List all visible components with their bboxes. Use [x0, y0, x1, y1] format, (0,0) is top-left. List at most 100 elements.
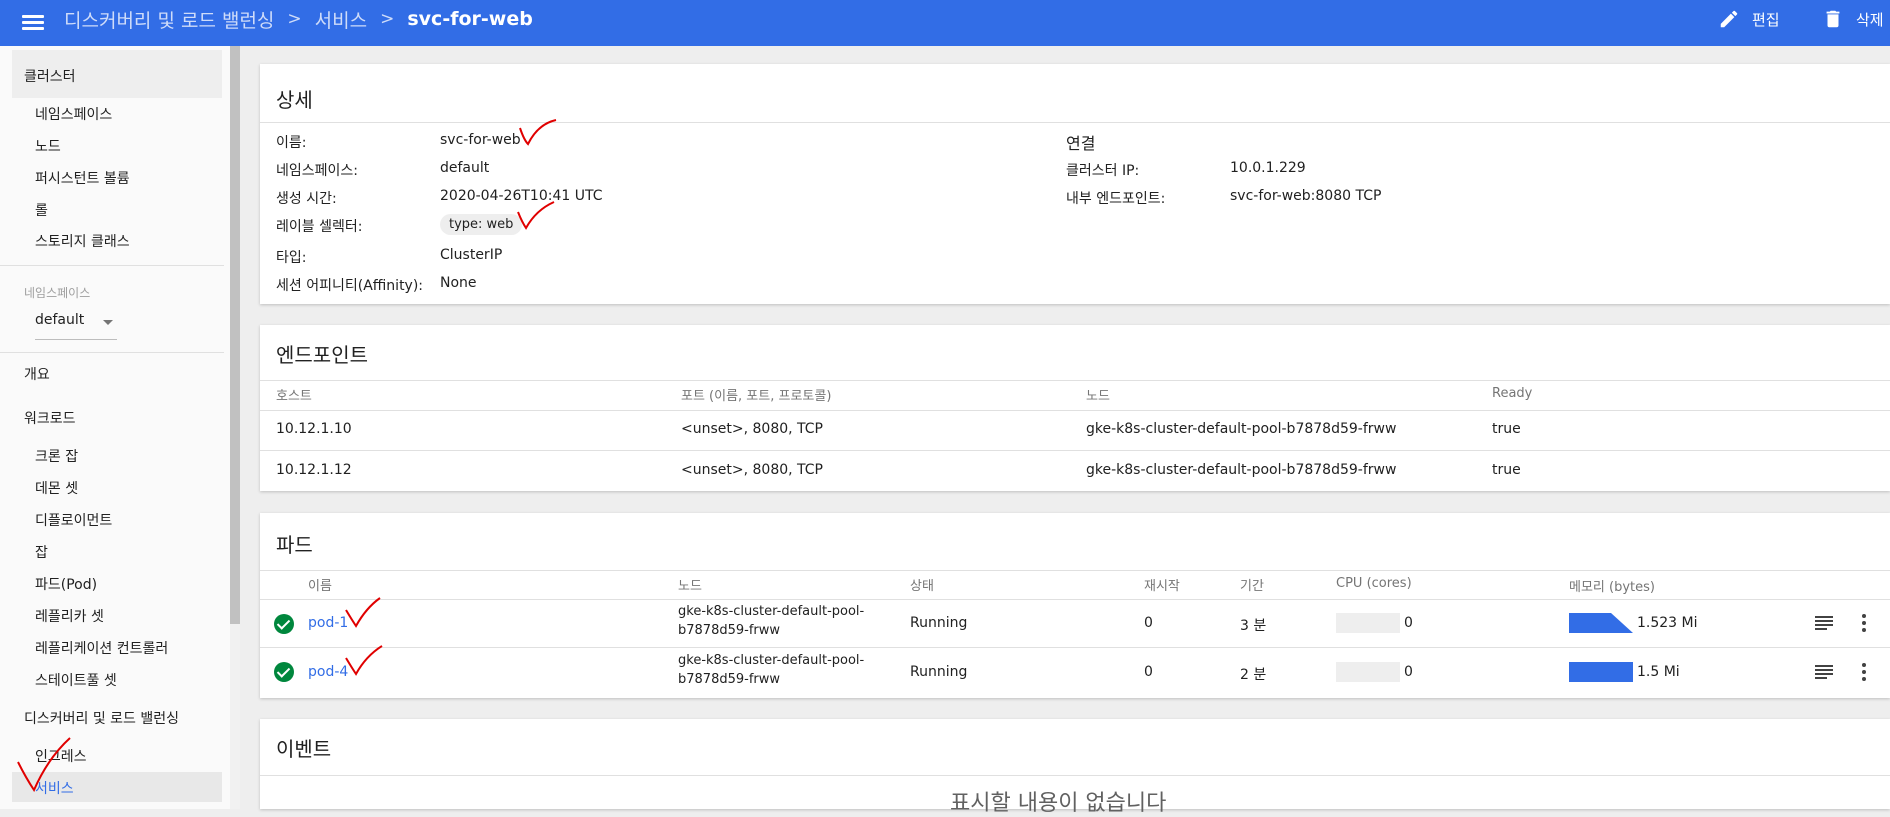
pods-header-memory: 메모리 (bytes) [1569, 580, 1655, 595]
endpoint-node: gke-k8s-cluster-default-pool-b7878d59-fr… [1086, 421, 1397, 437]
annotation-checkmark [345, 645, 383, 676]
sidebar-item-jobs[interactable]: 잡 [35, 542, 48, 562]
sidebar-scrollbar[interactable] [230, 46, 240, 624]
label-selector-chip: type: web [440, 214, 523, 235]
annotation-checkmark [517, 201, 555, 230]
namespace-select-value: default [35, 312, 85, 328]
card-divider [260, 570, 1890, 571]
pod-node-line2: b7878d59-frww [678, 623, 781, 638]
more-vert-icon[interactable] [1852, 611, 1876, 635]
breadcrumb: 디스커버리 및 로드 밸런싱 > 서비스 > svc-for-web [64, 0, 533, 38]
endpoint-ready: true [1492, 462, 1521, 478]
sidebar-item-replication-controllers[interactable]: 레플리케이션 컨트롤러 [35, 638, 168, 658]
delete-button[interactable]: 삭제 [1822, 6, 1884, 32]
detail-value-cluster-ip: 10.0.1.229 [1230, 160, 1306, 176]
pods-card: 파드 이름 노드 상태 재시작 기간 CPU (cores) 메모리 (byte… [260, 513, 1890, 698]
logs-icon[interactable] [1812, 660, 1836, 684]
sidebar-item-nodes[interactable]: 노드 [35, 136, 61, 156]
annotation-checkmark [345, 597, 381, 628]
cpu-sparkline [1336, 662, 1400, 682]
pod-link[interactable]: pod-1 [308, 615, 348, 631]
detail-key-name: 이름: [276, 135, 307, 151]
pencil-icon [1720, 10, 1738, 28]
breadcrumb-discovery[interactable]: 디스커버리 및 로드 밸런싱 [64, 6, 274, 33]
pod-cpu: 0 [1404, 664, 1413, 680]
sidebar-item-replica-sets[interactable]: 레플리카 셋 [35, 606, 104, 626]
pod-status: Running [910, 615, 968, 631]
sidebar-item-stateful-sets[interactable]: 스테이트풀 셋 [35, 670, 117, 690]
memory-sparkline [1569, 662, 1633, 682]
card-divider [260, 775, 1890, 776]
pod-cpu: 0 [1404, 615, 1413, 631]
endpoint-host: 10.12.1.10 [276, 421, 352, 437]
detail-key-created: 생성 시간: [276, 191, 337, 207]
pod-restarts: 0 [1144, 664, 1153, 680]
pod-node-line1: gke-k8s-cluster-default-pool- [678, 604, 865, 619]
card-divider [260, 380, 1890, 381]
connection-title: 연결 [1066, 134, 1096, 153]
detail-key-cluster-ip: 클러스터 IP: [1066, 163, 1140, 179]
logs-icon[interactable] [1812, 611, 1836, 635]
detail-value-session-affinity: None [440, 275, 477, 291]
sidebar-discovery-header[interactable]: 디스커버리 및 로드 밸런싱 [24, 708, 179, 728]
detail-key-type: 타입: [276, 250, 307, 266]
pods-header-node: 노드 [678, 579, 702, 594]
delete-label: 삭제 [1856, 10, 1884, 29]
pods-header-restarts: 재시작 [1144, 579, 1180, 594]
sidebar-item-cron-jobs[interactable]: 크론 잡 [35, 446, 78, 466]
pod-memory: 1.5 Mi [1637, 664, 1680, 680]
annotation-checkmark [519, 119, 557, 146]
endpoints-header-host: 호스트 [276, 389, 312, 404]
check-circle-icon [274, 662, 294, 682]
detail-value-name: svc-for-web [440, 132, 521, 148]
row-divider [260, 599, 1890, 600]
sidebar-item-deployments[interactable]: 디플로이먼트 [35, 510, 112, 530]
breadcrumb-services[interactable]: 서비스 [315, 6, 367, 33]
sidebar-item-persistent-volumes[interactable]: 퍼시스턴트 볼륨 [35, 168, 130, 188]
details-card: 상세 이름: svc-for-web 네임스페이스: default 생성 시간… [260, 64, 1890, 304]
namespace-select[interactable]: default [35, 312, 117, 340]
pod-age: 2 분 [1240, 667, 1267, 683]
edit-label: 편집 [1752, 10, 1780, 29]
more-vert-icon[interactable] [1852, 660, 1876, 684]
detail-value-namespace: default [440, 160, 490, 176]
sidebar-cluster-header[interactable]: 클러스터 [24, 66, 76, 86]
endpoint-node: gke-k8s-cluster-default-pool-b7878d59-fr… [1086, 462, 1397, 478]
events-empty-message: 표시할 내용이 없습니다 [950, 791, 1167, 816]
sidebar-workloads-header[interactable]: 워크로드 [24, 408, 76, 428]
events-card: 이벤트 표시할 내용이 없습니다 [260, 719, 1890, 816]
menu-icon[interactable] [22, 12, 44, 34]
card-divider [260, 122, 1890, 123]
sidebar-item-storage-classes[interactable]: 스토리지 클래스 [35, 231, 130, 251]
page-title: svc-for-web [407, 8, 533, 30]
sidebar-item-daemon-sets[interactable]: 데몬 셋 [35, 478, 78, 498]
detail-key-internal-endpoint: 내부 엔드포인트: [1066, 191, 1166, 207]
detail-key-namespace: 네임스페이스: [276, 163, 358, 179]
sidebar-item-overview[interactable]: 개요 [24, 364, 50, 384]
endpoint-host: 10.12.1.12 [276, 462, 352, 478]
pods-header-age: 기간 [1240, 579, 1264, 594]
pod-status: Running [910, 664, 968, 680]
endpoints-title: 엔드포인트 [276, 343, 368, 367]
pods-header-cpu: CPU (cores) [1336, 576, 1412, 591]
caret-down-icon [103, 320, 113, 325]
row-divider [260, 450, 1890, 451]
endpoints-header-node: 노드 [1086, 389, 1110, 404]
annotation-checkmark [17, 737, 71, 792]
sidebar-item-roles[interactable]: 롤 [35, 200, 48, 220]
row-divider [260, 410, 1890, 411]
sidebar-item-namespaces[interactable]: 네임스페이스 [35, 104, 112, 124]
endpoint-ready: true [1492, 421, 1521, 437]
detail-value-internal-endpoint: svc-for-web:8080 TCP [1230, 188, 1382, 204]
sidebar-item-pods[interactable]: 파드(Pod) [35, 574, 97, 594]
endpoint-ports: <unset>, 8080, TCP [681, 421, 823, 437]
trash-icon [1826, 10, 1840, 28]
edit-button[interactable]: 편집 [1718, 6, 1780, 32]
row-divider [260, 647, 1890, 648]
pod-node-line2: b7878d59-frww [678, 672, 781, 687]
detail-key-session-affinity: 세션 어피니티(Affinity): [276, 278, 424, 294]
detail-key-label-selector: 레이블 셀렉터: [276, 219, 363, 235]
pod-link[interactable]: pod-4 [308, 664, 348, 680]
sidebar-scroll-track [230, 624, 240, 809]
endpoints-card: 엔드포인트 호스트 포트 (이름, 포트, 프로토콜) 노드 Ready 10.… [260, 325, 1890, 491]
